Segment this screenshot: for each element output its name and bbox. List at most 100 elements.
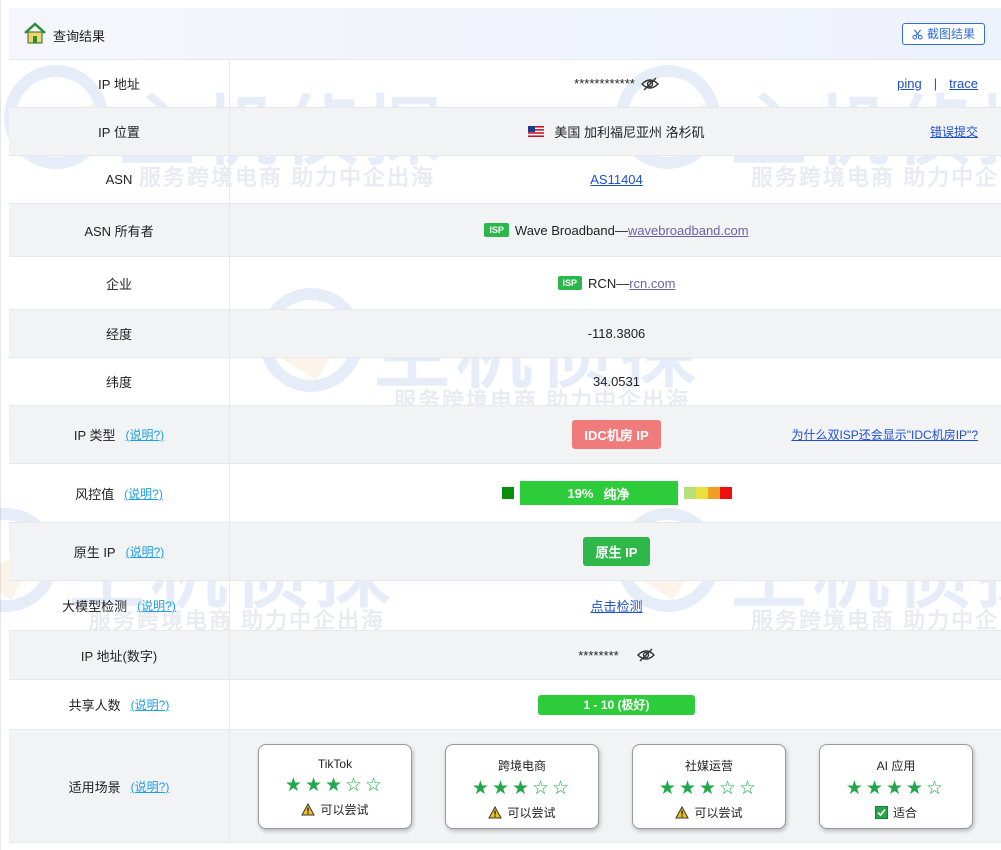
ip-type-label: IP 类型: [73, 428, 116, 443]
scenario-status-text: 可以尝试: [694, 806, 743, 820]
explain-link[interactable]: (说明?): [126, 426, 165, 443]
row-label: 风控值 (说明?): [9, 464, 230, 522]
row-label: IP 位置: [9, 108, 230, 155]
explain-link[interactable]: (说明?): [131, 778, 170, 795]
risk-level-square: [501, 487, 514, 499]
scenario-status: 可以尝试: [633, 804, 785, 821]
row-latitude: 纬度 34.0531: [9, 358, 1001, 406]
shared-users-badge: 1 - 10 (极好): [538, 694, 695, 715]
isp-badge: ISP: [557, 276, 583, 290]
explain-link[interactable]: (说明?): [124, 485, 163, 502]
result-panel: 主机侦探 服务跨境电商 助力中企出海 主机侦探 服务跨境电商 助力中企出海 主机…: [0, 0, 1001, 850]
row-value: AS11404: [231, 156, 1001, 203]
scissors-icon: [912, 29, 923, 40]
explain-link[interactable]: (说明?): [137, 597, 176, 614]
asn-link[interactable]: AS11404: [590, 172, 643, 187]
row-label: 企业: [9, 257, 230, 309]
row-asn-owner: ASN 所有者 ISP Wave Broadband— wavebroadban…: [9, 204, 1001, 257]
latitude-value: 34.0531: [593, 374, 640, 389]
row-label: IP 地址(数字): [9, 631, 230, 679]
warning-icon: [675, 806, 690, 819]
scenario-status: 适合: [820, 804, 972, 821]
eye-off-icon[interactable]: [636, 648, 655, 662]
row-label: ASN 所有者: [9, 204, 230, 256]
location-value: 美国 加利福尼亚州 洛杉矶: [554, 125, 705, 140]
ip-numeric-masked: ********: [578, 647, 619, 663]
org-name: RCN—: [588, 275, 630, 291]
warning-icon: [488, 806, 503, 819]
row-value: 美国 加利福尼亚州 洛杉矶: [231, 108, 1001, 155]
risk-text: 纯净: [603, 486, 630, 502]
row-value: ISP Wave Broadband— wavebroadband.com: [231, 204, 1001, 256]
star-rating: ★★★☆☆: [471, 778, 573, 799]
link-separator: |: [933, 76, 938, 91]
risk-percent: 19%: [567, 485, 594, 501]
row-llm-check: 大模型检测 (说明?) 点击检测: [9, 581, 1001, 631]
row-value: ************: [231, 60, 1001, 107]
ip-masked-value: ************: [574, 76, 635, 91]
row-shared-users: 共享人数 (说明?) 1 - 10 (极好): [9, 680, 1001, 730]
check-icon: [874, 806, 888, 819]
row-ip-numeric: IP 地址(数字) ********: [9, 631, 1001, 680]
risk-scale: [683, 487, 732, 499]
row-risk-score: 风控值 (说明?) 19% 纯净: [9, 464, 1001, 523]
row-value: 原生 IP: [231, 523, 1001, 580]
scenario-status: 可以尝试: [446, 804, 598, 821]
llm-check-link[interactable]: 点击检测: [590, 596, 642, 615]
native-ip-badge: 原生 IP: [582, 537, 651, 566]
result-header: 查询结果 截图结果: [9, 8, 1001, 60]
row-value: 点击检测: [231, 581, 1001, 630]
row-label: 经度: [9, 310, 230, 357]
row-longitude: 经度 -118.3806: [9, 310, 1001, 358]
star-rating: ★★★☆☆: [658, 778, 760, 799]
row-value: -118.3806: [231, 310, 1001, 357]
row-ip-address: IP 地址 ************ ping | trace: [9, 60, 1001, 108]
scenario-name: 社媒运营: [684, 759, 733, 773]
longitude-value: -118.3806: [587, 326, 646, 341]
warning-icon: [301, 803, 316, 816]
star-rating: ★★★★☆: [845, 778, 947, 799]
row-ip-location: IP 位置 美国 加利福尼亚州 洛杉矶 错误提交: [9, 108, 1001, 156]
page-title: 查询结果: [53, 29, 106, 44]
idc-faq-container: 为什么双ISP还会显示"IDC机房IP"?: [791, 406, 978, 463]
trace-link[interactable]: trace: [949, 76, 978, 91]
row-organization: 企业 ISP RCN— rcn.com: [9, 257, 1001, 310]
asn-owner-domain-link[interactable]: wavebroadband.com: [628, 223, 749, 238]
row-ip-type: IP 类型 (说明?) IDC机房 IP 为什么双ISP还会显示"IDC机房IP…: [9, 406, 1001, 464]
explain-link[interactable]: (说明?): [131, 696, 170, 713]
row-label: IP 地址: [9, 60, 230, 107]
scenario-card-ai: AI 应用 ★★★★☆ 适合: [819, 744, 973, 829]
scenario-status-text: 可以尝试: [320, 803, 369, 817]
explain-link[interactable]: (说明?): [126, 543, 165, 560]
screenshot-button[interactable]: 截图结果: [901, 23, 985, 45]
report-error-container: 错误提交: [930, 108, 978, 155]
scenario-name: 跨境电商: [497, 759, 546, 773]
row-label: 适用场景 (说明?): [9, 730, 230, 842]
idc-badge: IDC机房 IP: [572, 420, 661, 449]
scene-label: 适用场景: [68, 779, 121, 795]
scenario-card-tiktok: TikTok ★★★☆☆ 可以尝试: [258, 744, 412, 829]
isp-badge: ISP: [484, 223, 509, 237]
scenario-card-ecommerce: 跨境电商 ★★★☆☆ 可以尝试: [445, 744, 599, 829]
row-value: 34.0531: [231, 358, 1001, 405]
asn-owner-name: Wave Broadband—: [514, 222, 628, 238]
row-label: 原生 IP (说明?): [9, 523, 230, 580]
share-label: 共享人数: [68, 698, 121, 713]
scenario-name: AI 应用: [876, 759, 916, 773]
eye-off-icon[interactable]: [640, 77, 659, 91]
ip-tool-links: ping | trace: [897, 60, 978, 107]
scenario-name: TikTok: [317, 757, 353, 771]
row-label: ASN: [9, 156, 230, 203]
row-scenarios: 适用场景 (说明?) TikTok ★★★☆☆ 可以尝试 跨境电商 ★★★☆☆ …: [9, 730, 1001, 843]
row-native-ip: 原生 IP (说明?) 原生 IP: [9, 523, 1001, 581]
org-domain-link[interactable]: rcn.com: [629, 276, 675, 291]
scenario-cards: TikTok ★★★☆☆ 可以尝试 跨境电商 ★★★☆☆ 可以尝试 社媒运营 ★…: [231, 730, 1001, 842]
row-label: 共享人数 (说明?): [9, 680, 230, 729]
ping-link[interactable]: ping: [897, 76, 922, 91]
scenario-status-text: 适合: [892, 806, 917, 820]
risk-bar: 19% 纯净: [519, 481, 678, 505]
report-error-link[interactable]: 错误提交: [930, 123, 978, 140]
house-icon: [24, 22, 46, 44]
idc-faq-link[interactable]: 为什么双ISP还会显示"IDC机房IP"?: [791, 426, 978, 443]
scenario-status-text: 可以尝试: [507, 806, 556, 820]
